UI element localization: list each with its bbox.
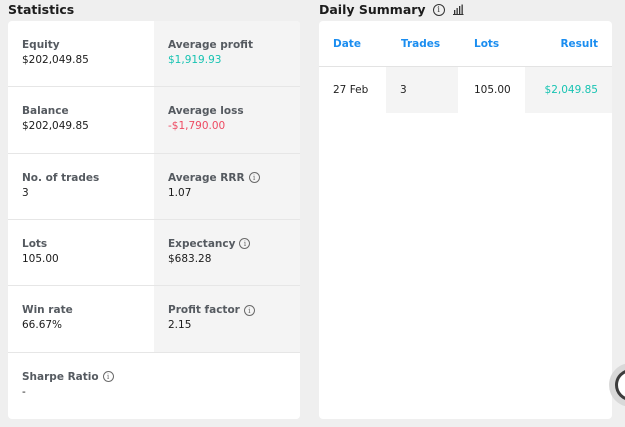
stat-label-text: Sharpe Ratio — [22, 370, 99, 383]
info-icon[interactable]: i — [239, 238, 251, 250]
stat-sharpe-ratio: Sharpe Ratio i - — [8, 353, 154, 419]
stats-row: Sharpe Ratio i - — [8, 352, 300, 419]
statistics-title-text: Statistics — [8, 2, 75, 17]
stat-win-rate: Win rate 66.67% — [8, 286, 154, 351]
stat-lots: Lots 105.00 — [8, 220, 154, 285]
stat-label: Win rate — [22, 304, 73, 317]
stat-value: 66.67% — [22, 319, 63, 332]
stat-value: 1.07 — [168, 186, 192, 199]
stat-label: No. of trades — [22, 171, 100, 184]
column-header-result[interactable]: Result — [525, 21, 612, 66]
stat-label: Average loss — [168, 105, 244, 118]
stat-expectancy: Expectancy i $683.28 — [154, 219, 300, 286]
stat-label-text: Profit factor — [168, 304, 240, 317]
info-icon[interactable]: i — [248, 172, 260, 184]
info-icon[interactable]: i — [432, 3, 445, 16]
column-header-date[interactable]: Date — [319, 21, 386, 66]
stat-label: Equity — [22, 39, 60, 51]
stat-value: 105.00 — [22, 252, 59, 265]
stat-average-profit: Average profit $1,919.93 — [154, 21, 300, 87]
info-icon[interactable]: i — [102, 371, 114, 383]
stats-row: Win rate 66.67% Profit factor i 2.15 — [8, 286, 300, 353]
stat-label: Sharpe Ratio i — [22, 370, 154, 384]
stat-value: 3 — [22, 186, 29, 199]
cell-result: $2,049.85 — [525, 67, 612, 113]
stat-label: Average profit — [168, 39, 253, 51]
stat-value: -$1,790.00 — [168, 120, 226, 133]
cell-date: 27 Feb — [333, 84, 369, 96]
chat-bubble-inner — [615, 369, 625, 401]
stat-label-text: Average RRR — [168, 171, 245, 184]
stat-value: - — [22, 385, 26, 398]
table-row[interactable]: 27 Feb 3 105.00 $2,049.85 — [319, 67, 612, 113]
stats-row: Balance $202,049.85 Average loss -$1,790… — [8, 87, 300, 154]
daily-summary-title: Daily Summary i — [319, 2, 464, 17]
cell-trades: 3 — [386, 67, 458, 113]
stat-label-text: Expectancy — [168, 237, 236, 250]
stat-label: Average RRR i — [168, 171, 300, 185]
daily-summary-card: Date Trades Lots Result 27 Feb 3 105.00 … — [319, 21, 612, 419]
empty-cell — [154, 352, 300, 419]
stat-value: $202,049.85 — [22, 120, 89, 133]
stat-value: $202,049.85 — [22, 54, 89, 66]
stat-label: Balance — [22, 105, 69, 118]
info-icon[interactable]: i — [243, 304, 255, 316]
stats-row: No. of trades 3 Average RRR i 1.07 — [8, 153, 300, 220]
bar-chart-icon[interactable] — [452, 4, 464, 15]
daily-summary-title-text: Daily Summary — [319, 2, 426, 17]
stat-average-rrr: Average RRR i 1.07 — [154, 153, 300, 219]
column-header-lots[interactable]: Lots — [458, 21, 525, 66]
stat-no-of-trades: No. of trades 3 — [8, 154, 154, 219]
stats-row: Equity $202,049.85 Average profit $1,919… — [8, 21, 300, 88]
stat-value: $1,919.93 — [168, 54, 222, 66]
stat-value: 2.15 — [168, 319, 192, 332]
column-header-trades[interactable]: Trades — [386, 21, 458, 66]
cell-lots: 105.00 — [474, 84, 511, 96]
stat-value: $683.28 — [168, 252, 212, 265]
statistics-card: Equity $202,049.85 Average profit $1,919… — [8, 21, 300, 419]
statistics-title: Statistics — [8, 2, 74, 17]
stat-balance: Balance $202,049.85 — [8, 87, 154, 152]
table-header-row: Date Trades Lots Result — [319, 21, 612, 67]
stat-label: Lots — [22, 237, 48, 250]
stats-row: Lots 105.00 Expectancy i $683.28 — [8, 219, 300, 287]
stat-average-loss: Average loss -$1,790.00 — [154, 87, 300, 153]
stat-label: Profit factor i — [168, 303, 300, 317]
stat-profit-factor: Profit factor i 2.15 — [154, 286, 300, 352]
stat-equity: Equity $202,049.85 — [8, 21, 154, 86]
stat-label: Expectancy i — [168, 237, 300, 251]
